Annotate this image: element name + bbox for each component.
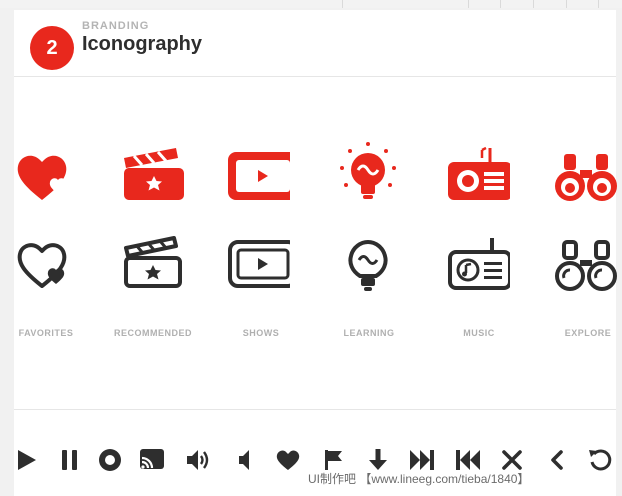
section-number-badge: 2 — [30, 26, 74, 70]
lightbulb-icon — [336, 140, 400, 204]
clapperboard-icon — [120, 144, 184, 208]
heart-outline-icon — [14, 232, 78, 296]
volume-up-icon[interactable] — [184, 446, 212, 474]
tv-play-outline-icon — [226, 232, 290, 296]
icon-label-favorites: FAVORITES — [18, 328, 74, 338]
clapperboard-outline-icon — [120, 232, 184, 296]
radio-icon — [446, 144, 510, 208]
play-icon[interactable] — [14, 446, 42, 474]
iconography-card: 2 BRANDING Iconography FAVORITES RECOMME… — [14, 10, 618, 496]
icon-label-music: MUSIC — [463, 328, 495, 338]
tab-divider — [342, 0, 343, 8]
tab-divider — [500, 0, 501, 8]
lightbulb-outline-icon — [336, 232, 400, 296]
page-title: Iconography — [82, 33, 203, 55]
icon-label-shows: SHOWS — [242, 328, 280, 338]
header-divider — [14, 76, 616, 77]
tab-divider — [598, 0, 599, 8]
browser-top-strip — [0, 0, 622, 8]
icon-label-recommended: RECOMMENDED — [113, 328, 192, 338]
tab-divider — [533, 0, 534, 8]
controls-divider — [14, 409, 616, 410]
heart-icon — [14, 144, 78, 208]
stop-icon[interactable] — [96, 446, 124, 474]
tv-play-icon — [226, 144, 290, 208]
pause-icon[interactable] — [56, 446, 84, 474]
section-eyebrow: BRANDING — [82, 20, 150, 32]
binoculars-icon — [554, 144, 618, 208]
watermark-text: UI制作吧 【www.lineeg.com/tieba/1840】 — [308, 472, 530, 486]
replay-icon[interactable] — [586, 446, 614, 474]
cast-icon[interactable] — [138, 446, 166, 474]
heart-icon[interactable] — [274, 446, 302, 474]
volume-low-icon[interactable] — [230, 446, 258, 474]
tab-divider — [468, 0, 469, 8]
radio-outline-icon — [446, 232, 510, 296]
chevron-left-icon[interactable] — [544, 446, 572, 474]
icon-label-explore: EXPLORE — [564, 328, 612, 338]
binoculars-outline-icon — [554, 232, 618, 296]
tab-divider — [566, 0, 567, 8]
icon-label-learning: LEARNING — [343, 328, 395, 338]
